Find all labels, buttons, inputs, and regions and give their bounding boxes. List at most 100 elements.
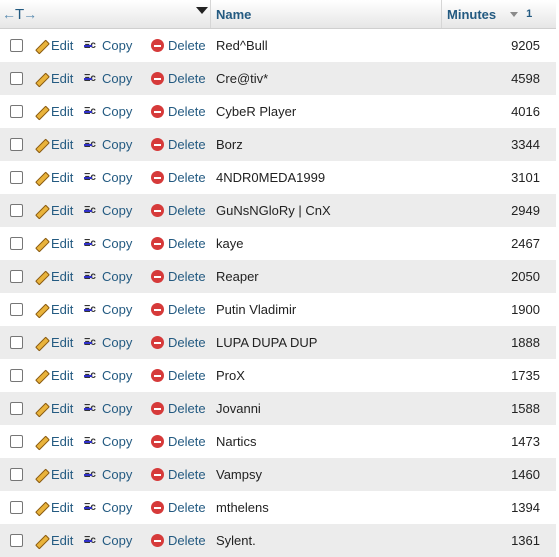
cell-name: LUPA DUPA DUP — [216, 335, 318, 350]
edit-link[interactable]: Edit — [28, 227, 83, 260]
delete-link[interactable]: Delete — [145, 128, 211, 161]
copy-link[interactable]: Ξc Copy — [83, 359, 145, 392]
cell-minutes: 3101 — [511, 170, 540, 185]
delete-icon — [151, 138, 164, 151]
cell-name: 4NDR0MEDA1999 — [216, 170, 326, 185]
edit-link[interactable]: Edit — [28, 524, 83, 557]
delete-link[interactable]: Delete — [145, 62, 211, 95]
copy-link[interactable]: Ξc Copy — [83, 326, 145, 359]
row-checkbox[interactable] — [9, 171, 23, 184]
table-row: Edit Ξc Copy Delete Putin Vladimir 1900 — [0, 293, 556, 326]
delete-link[interactable]: Delete — [145, 326, 211, 359]
row-checkbox[interactable] — [9, 534, 23, 547]
row-checkbox[interactable] — [9, 105, 23, 118]
row-checkbox[interactable] — [9, 501, 23, 514]
row-checkbox[interactable] — [9, 303, 23, 316]
copy-link[interactable]: Ξc Copy — [83, 29, 145, 62]
edit-link[interactable]: Edit — [28, 458, 83, 491]
delete-icon — [151, 303, 164, 316]
cell-minutes: 9205 — [511, 38, 540, 53]
edit-link[interactable]: Edit — [28, 425, 83, 458]
copy-link[interactable]: Ξc Copy — [83, 128, 145, 161]
edit-link[interactable]: Edit — [28, 326, 83, 359]
copy-link[interactable]: Ξc Copy — [83, 161, 145, 194]
row-checkbox[interactable] — [9, 72, 23, 85]
delete-icon — [151, 204, 164, 217]
edit-link[interactable]: Edit — [28, 392, 83, 425]
cell-name: ProX — [216, 368, 245, 383]
copy-link[interactable]: Ξc Copy — [83, 425, 145, 458]
row-checkbox[interactable] — [9, 336, 23, 349]
cell-minutes: 2949 — [511, 203, 540, 218]
row-checkbox[interactable] — [9, 204, 23, 217]
edit-link[interactable]: Edit — [28, 128, 83, 161]
copy-link[interactable]: Ξc Copy — [83, 227, 145, 260]
row-checkbox[interactable] — [9, 435, 23, 448]
delete-link[interactable]: Delete — [145, 161, 211, 194]
edit-link[interactable]: Edit — [28, 491, 83, 524]
table-row: Edit Ξc Copy Delete Cre@tiv* 4598 — [0, 62, 556, 95]
copy-link[interactable]: Ξc Copy — [83, 293, 145, 326]
delete-link[interactable]: Delete — [145, 260, 211, 293]
delete-link[interactable]: Delete — [145, 29, 211, 62]
edit-link[interactable]: Edit — [28, 359, 83, 392]
table-row: Edit Ξc Copy Delete LUPA DUPA DUP 1888 — [0, 326, 556, 359]
delete-link[interactable]: Delete — [145, 458, 211, 491]
edit-link[interactable]: Edit — [28, 194, 83, 227]
table-row: Edit Ξc Copy Delete mthelens 1394 — [0, 491, 556, 524]
copy-link[interactable]: Ξc Copy — [83, 95, 145, 128]
edit-link[interactable]: Edit — [28, 62, 83, 95]
copy-link[interactable]: Ξc Copy — [83, 458, 145, 491]
delete-icon — [151, 369, 164, 382]
pencil-icon — [34, 39, 47, 52]
row-checkbox[interactable] — [9, 468, 23, 481]
table-row: Edit Ξc Copy Delete Sylent. 1361 — [0, 524, 556, 557]
delete-link[interactable]: Delete — [145, 524, 211, 557]
copy-link[interactable]: Ξc Copy — [83, 62, 145, 95]
delete-link[interactable]: Delete — [145, 95, 211, 128]
table-row: Edit Ξc Copy Delete CybeR Player 4016 — [0, 95, 556, 128]
pencil-icon — [34, 105, 47, 118]
copy-link[interactable]: Ξc Copy — [83, 260, 145, 293]
column-header-name[interactable]: Name — [211, 0, 442, 28]
delete-link[interactable]: Delete — [145, 425, 211, 458]
edit-link[interactable]: Edit — [28, 161, 83, 194]
copy-link[interactable]: Ξc Copy — [83, 524, 145, 557]
pencil-icon — [34, 369, 47, 382]
copy-icon: Ξc — [84, 502, 96, 513]
edit-link[interactable]: Edit — [28, 293, 83, 326]
edit-link[interactable]: Edit — [28, 95, 83, 128]
table-row: Edit Ξc Copy Delete GuNsNGloRy | CnX 2949 — [0, 194, 556, 227]
edit-link[interactable]: Edit — [28, 29, 83, 62]
row-checkbox[interactable] — [9, 402, 23, 415]
column-header-minutes[interactable]: Minutes 1 — [442, 0, 556, 28]
cell-minutes: 3344 — [511, 137, 540, 152]
table-row: Edit Ξc Copy Delete 4NDR0MEDA1999 3101 — [0, 161, 556, 194]
table-row: Edit Ξc Copy Delete Jovanni 1588 — [0, 392, 556, 425]
copy-link[interactable]: Ξc Copy — [83, 194, 145, 227]
edit-link[interactable]: Edit — [28, 260, 83, 293]
row-checkbox[interactable] — [9, 270, 23, 283]
row-select — [0, 359, 28, 392]
cell-minutes: 1588 — [511, 401, 540, 416]
pencil-icon — [34, 138, 47, 151]
row-checkbox[interactable] — [9, 369, 23, 382]
row-checkbox[interactable] — [9, 138, 23, 151]
copy-icon: Ξc — [84, 106, 96, 117]
column-dropdown-icon[interactable] — [196, 7, 208, 14]
row-select — [0, 29, 28, 62]
copy-icon: Ξc — [84, 172, 96, 183]
delete-link[interactable]: Delete — [145, 293, 211, 326]
delete-link[interactable]: Delete — [145, 194, 211, 227]
cell-minutes: 1888 — [511, 335, 540, 350]
delete-link[interactable]: Delete — [145, 227, 211, 260]
delete-link[interactable]: Delete — [145, 392, 211, 425]
copy-link[interactable]: Ξc Copy — [83, 491, 145, 524]
sort-descending-icon[interactable] — [510, 11, 519, 17]
row-checkbox[interactable] — [9, 39, 23, 52]
delete-link[interactable]: Delete — [145, 359, 211, 392]
copy-link[interactable]: Ξc Copy — [83, 392, 145, 425]
row-checkbox[interactable] — [9, 237, 23, 250]
column-arrows-icon[interactable]: ←T→ — [2, 6, 37, 23]
delete-link[interactable]: Delete — [145, 491, 211, 524]
